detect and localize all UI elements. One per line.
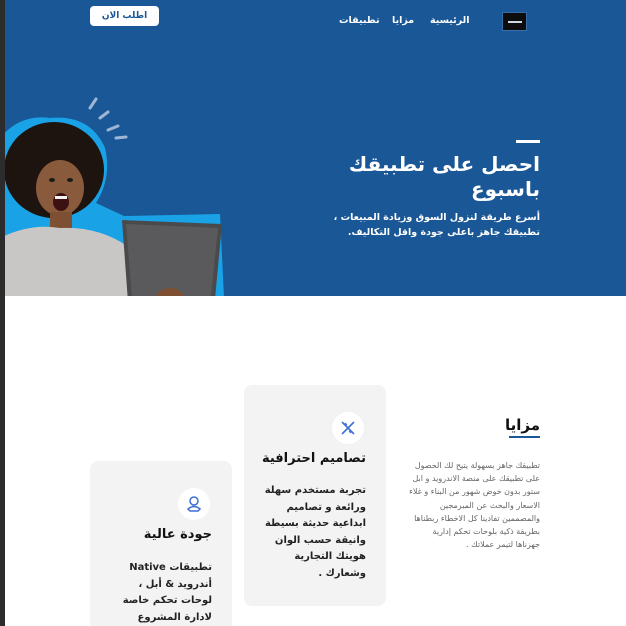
logo-mark-icon bbox=[507, 20, 522, 23]
hero-section: اطلب الان الرئيسية مزايا تطبيقات احصل عل… bbox=[0, 0, 626, 296]
feature-card-text: تجربة مستخدم سهلة ورائعة و تصاميم ابداعي… bbox=[264, 485, 366, 579]
features-heading: مزايا bbox=[504, 416, 540, 434]
quality-badge-icon bbox=[186, 496, 202, 512]
pencil-ruler-icon bbox=[341, 421, 355, 435]
feature-card-text: تطبيقات Native أندرويد & أبل ، لوحات تحك… bbox=[122, 562, 212, 623]
hero-accent-line bbox=[516, 140, 540, 143]
nav-link-features[interactable]: مزايا bbox=[392, 15, 414, 26]
feature-card-title: جودة عالية bbox=[143, 527, 212, 542]
hero-title: احصل على تطبيقك باسبوع bbox=[348, 152, 540, 201]
nav-link-apps[interactable]: تطبيقات bbox=[339, 15, 380, 26]
hero-subtitle: أسرع طريقة لنزول السوق وزيادة المبيعات ،… bbox=[333, 212, 540, 238]
nav-link-home[interactable]: الرئيسية bbox=[430, 15, 469, 26]
features-heading-underline bbox=[509, 436, 540, 438]
feature-icon-wrapper bbox=[178, 488, 210, 520]
site-logo[interactable] bbox=[502, 12, 527, 31]
feature-icon-wrapper bbox=[332, 412, 364, 444]
sparkle-lines-icon bbox=[88, 97, 128, 140]
order-now-button[interactable]: اطلب الان bbox=[90, 6, 159, 26]
hero-illustration bbox=[0, 97, 224, 296]
window-edge bbox=[0, 0, 5, 626]
feature-card-quality: جودة عالية تطبيقات Native أندرويد & أبل … bbox=[90, 461, 232, 626]
feature-card-design: تصاميم احترافية تجربة مستخدم سهلة ورائعة… bbox=[244, 385, 386, 606]
features-description: تطبيقك جاهز بسهولة يتيح لك الحصول على تط… bbox=[409, 461, 540, 550]
feature-card-title: تصاميم احترافية bbox=[261, 451, 366, 466]
